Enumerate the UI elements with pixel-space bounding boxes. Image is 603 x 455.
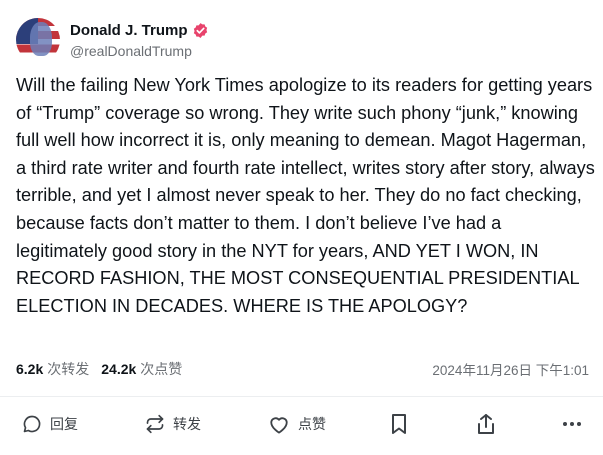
reply-icon [22, 414, 42, 434]
likes-count[interactable]: 24.2k [101, 361, 136, 377]
display-name[interactable]: Donald J. Trump [70, 22, 188, 39]
like-label: 点赞 [298, 416, 326, 432]
name-row: Donald J. Trump [70, 20, 209, 40]
repost-icon [145, 414, 165, 434]
more-icon [562, 421, 582, 427]
share-button[interactable] [476, 412, 496, 436]
post-header: Donald J. Trump @realDonaldTrump [16, 18, 209, 62]
share-icon [476, 413, 496, 435]
reposts-count[interactable]: 6.2k [16, 361, 43, 377]
reply-label: 回复 [50, 416, 78, 432]
reply-button[interactable]: 回复 [22, 412, 78, 436]
avatar[interactable] [16, 18, 60, 62]
timestamp: 2024年11月26日 下午1:01 [432, 363, 589, 378]
bookmark-icon [390, 413, 408, 435]
action-bar: 回复 转发 点赞 [0, 404, 603, 444]
post-card: Donald J. Trump @realDonaldTrump Will th… [0, 0, 603, 455]
avatar-portrait [30, 22, 52, 56]
heart-icon [268, 414, 290, 434]
repost-label: 转发 [173, 416, 201, 432]
post-stats: 6.2k 次转发 24.2k 次点赞 2024年11月26日 下午1:01 [16, 359, 589, 379]
bookmark-button[interactable] [390, 412, 408, 436]
post-text: Will the failing New York Times apologiz… [16, 75, 595, 316]
verified-badge-icon [192, 22, 209, 39]
more-button[interactable] [562, 412, 582, 436]
repost-button[interactable]: 转发 [145, 412, 201, 436]
handle[interactable]: @realDonaldTrump [70, 43, 209, 59]
likes-label[interactable]: 次点赞 [140, 359, 182, 379]
divider [0, 396, 603, 397]
like-button[interactable]: 点赞 [268, 412, 326, 436]
author-info: Donald J. Trump @realDonaldTrump [70, 20, 209, 59]
reposts-label[interactable]: 次转发 [47, 359, 89, 379]
